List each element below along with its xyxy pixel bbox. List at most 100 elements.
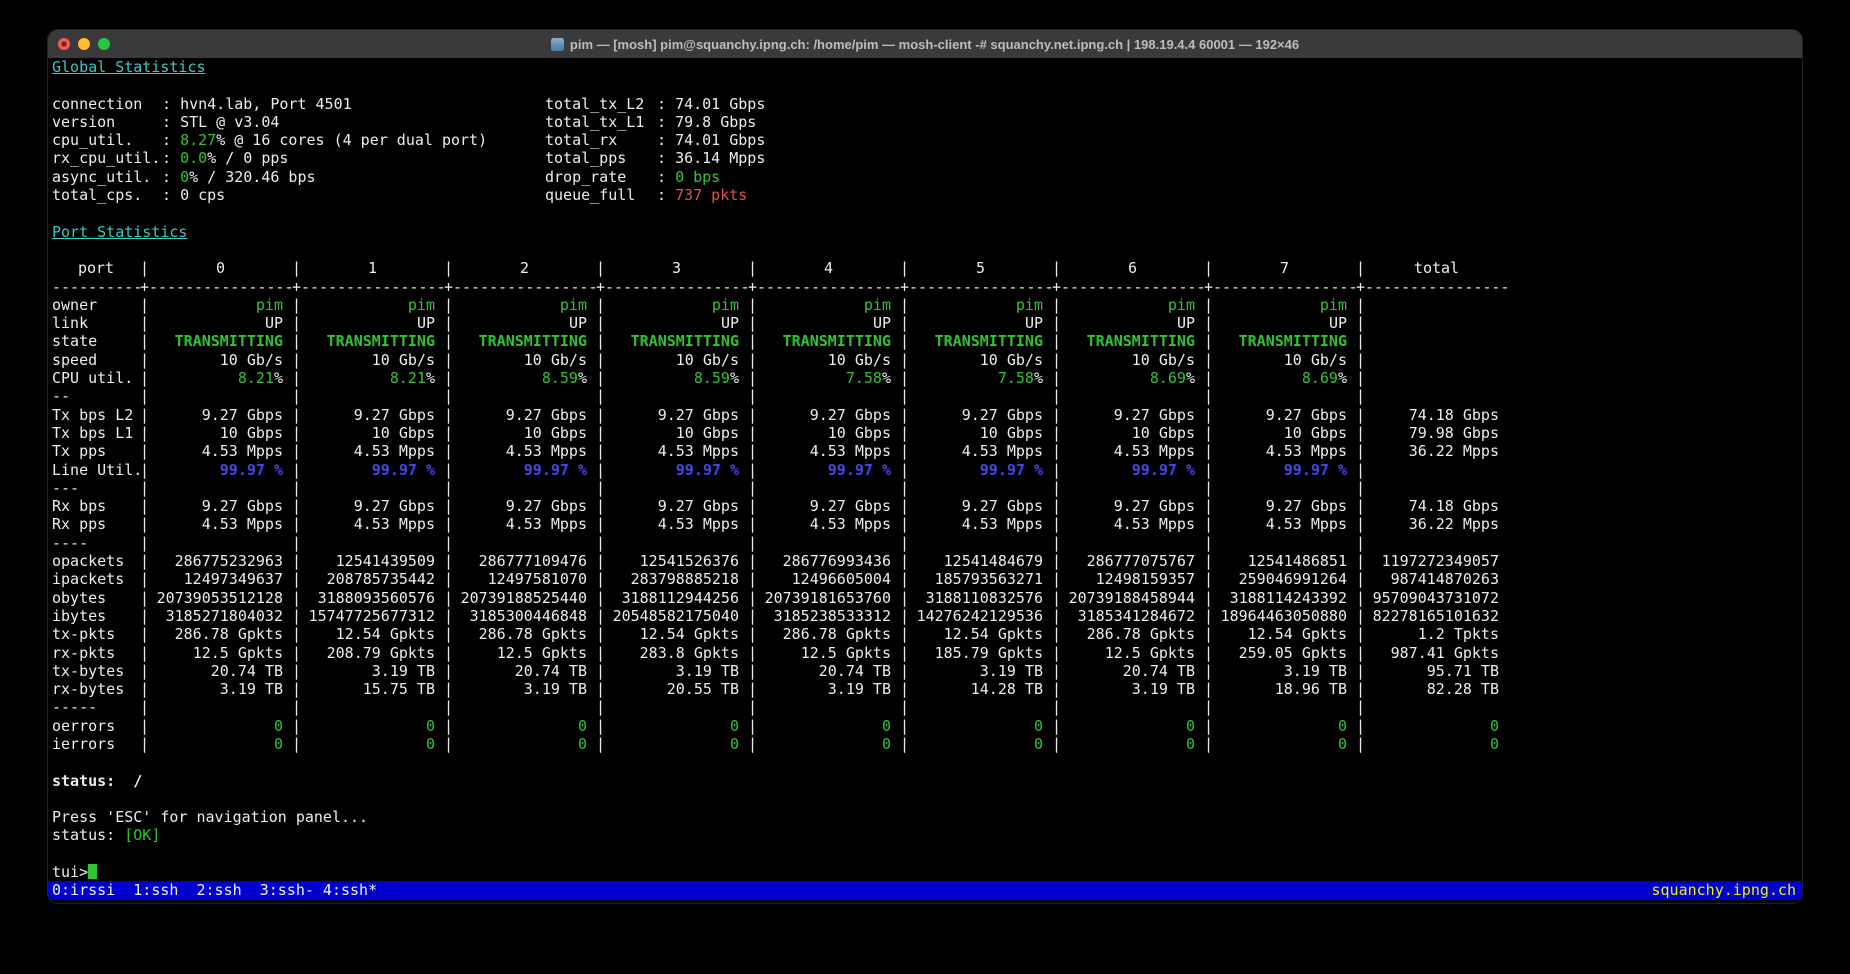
stat-label: total_tx_L1 <box>545 113 657 131</box>
table-cell: 3188093560576 <box>301 589 444 607</box>
column-divider: | <box>1356 735 1365 753</box>
column-divider: | <box>900 479 909 497</box>
column-divider: | <box>140 607 149 625</box>
table-cell: 286.78 Gpkts <box>149 625 292 643</box>
stat-label: connection <box>52 95 162 113</box>
table-cell: 10 Gb/s <box>757 351 900 369</box>
column-divider: | <box>292 461 301 479</box>
column-divider: | <box>1204 351 1213 369</box>
stat-value: STL @ v3.04 <box>180 113 279 131</box>
row-label: opackets <box>52 552 140 570</box>
cell-value: 99.97 % <box>980 461 1043 479</box>
table-cell: 20548582175040 <box>605 607 748 625</box>
table-cell: 10 Gb/s <box>1213 351 1356 369</box>
cell-value: 10 Gb/s <box>980 351 1043 369</box>
column-divider: | <box>140 662 149 680</box>
stat-value: % / 0 pps <box>207 149 288 167</box>
cell-value: 286776993436 <box>783 552 891 570</box>
column-divider: | <box>748 698 757 716</box>
cell-value: pim <box>1168 296 1195 314</box>
table-cell: 74.18 Gbps <box>1365 497 1508 515</box>
column-header: 4 <box>757 259 900 277</box>
cell-value: 20739181653760 <box>765 589 891 607</box>
column-divider: | <box>1356 259 1365 277</box>
table-row: Rx pps|4.53 Mpps|4.53 Mpps|4.53 Mpps|4.5… <box>48 515 1802 533</box>
rule-dashes: ------------------------------ <box>909 278 1052 296</box>
column-divider: | <box>292 515 301 533</box>
table-row: owner|pim|pim|pim|pim|pim|pim|pim|pim| <box>48 296 1802 314</box>
cell-value: 3188114243392 <box>1230 589 1347 607</box>
cell-value: 10 Gbps <box>524 424 587 442</box>
row-label: -- <box>52 387 140 405</box>
cell-value: 20739053512128 <box>157 589 283 607</box>
cell-value: 4.53 Mpps <box>658 442 739 460</box>
column-divider: | <box>1052 479 1061 497</box>
stat-label: version <box>52 113 162 131</box>
cell-value: 10 Gb/s <box>676 351 739 369</box>
column-header: 1 <box>301 259 444 277</box>
stat-colon: : <box>657 131 675 149</box>
table-cell: 286.78 Gpkts <box>757 625 900 643</box>
table-cell: 4.53 Mpps <box>301 442 444 460</box>
column-divider: | <box>140 570 149 588</box>
table-cell: 12.54 Gpkts <box>1213 625 1356 643</box>
stat-value: 0 <box>180 168 189 186</box>
cell-value: 14.28 TB <box>971 680 1043 698</box>
table-cell: 4.53 Mpps <box>1213 442 1356 460</box>
column-divider: | <box>596 534 605 552</box>
cell-value: 79.98 Gbps <box>1409 424 1499 442</box>
cell-value: 0 <box>1338 717 1347 735</box>
cell-value: pim <box>1016 296 1043 314</box>
prompt-line[interactable]: tui> <box>48 863 1802 881</box>
column-divider: | <box>748 406 757 424</box>
cell-value: 283.8 Gpkts <box>640 644 739 662</box>
column-divider: | <box>292 259 301 277</box>
cell-value: TRANSMITTING <box>783 332 891 350</box>
column-divider: | <box>748 680 757 698</box>
cell-value: 15.75 TB <box>363 680 435 698</box>
cell-value: 0 <box>578 735 587 753</box>
table-cell: 8.21% <box>301 369 444 387</box>
column-divider: | <box>444 497 453 515</box>
column-divider: | <box>596 570 605 588</box>
rule-dashes: ------------------------------ <box>1061 278 1204 296</box>
stat-label: total_cps. <box>52 186 162 204</box>
table-cell <box>605 534 748 552</box>
cell-suffix: % <box>1034 369 1043 387</box>
cell-value: 9.27 Gbps <box>506 497 587 515</box>
table-cell: 4.53 Mpps <box>149 515 292 533</box>
column-divider: | <box>292 406 301 424</box>
table-cell: 36.22 Mpps <box>1365 515 1508 533</box>
column-divider: | <box>748 387 757 405</box>
table-cell: 95709043731072 <box>1365 589 1508 607</box>
column-divider: | <box>596 369 605 387</box>
table-cell: 4.53 Mpps <box>909 442 1052 460</box>
table-cell <box>909 534 1052 552</box>
column-divider: | <box>1204 387 1213 405</box>
cell-value: pim <box>408 296 435 314</box>
cell-value: 99.97 % <box>1132 461 1195 479</box>
stat-value: % / 320.46 bps <box>189 168 315 186</box>
table-cell: 10 Gbps <box>453 424 596 442</box>
table-cell: 12.5 Gpkts <box>149 644 292 662</box>
column-divider: | <box>444 625 453 643</box>
row-label: Rx bps <box>52 497 140 515</box>
cell-value: 0 <box>426 735 435 753</box>
column-divider: | <box>444 259 453 277</box>
row-label: tx-pkts <box>52 625 140 643</box>
column-divider: | <box>292 479 301 497</box>
column-divider: | <box>1204 625 1213 643</box>
cell-value: 0 <box>1186 717 1195 735</box>
column-divider: | <box>444 570 453 588</box>
column-divider: | <box>900 717 909 735</box>
row-label: rx-bytes <box>52 680 140 698</box>
column-divider: | <box>748 424 757 442</box>
cell-value: 10 Gb/s <box>828 351 891 369</box>
column-divider: | <box>596 351 605 369</box>
cell-value: 3.19 TB <box>676 662 739 680</box>
stat-line: cpu_util.: 8.27% @ 16 cores (4 per dual … <box>48 131 541 149</box>
cell-value: 9.27 Gbps <box>1114 497 1195 515</box>
column-divider: | <box>1204 589 1213 607</box>
column-divider: | <box>444 369 453 387</box>
column-divider: | <box>1356 387 1365 405</box>
